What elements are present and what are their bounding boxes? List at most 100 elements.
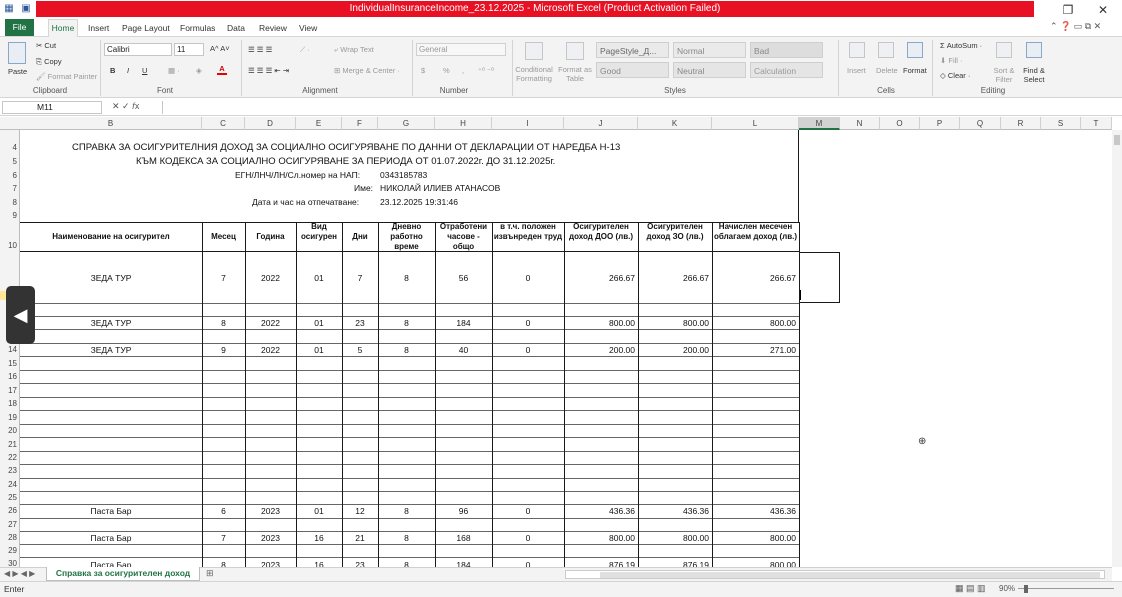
table-cell[interactable]: 16 — [296, 533, 342, 543]
table-cell[interactable]: 7 — [202, 533, 245, 543]
table-cell[interactable]: 9 — [202, 345, 245, 355]
row-header[interactable]: 24 — [0, 480, 20, 489]
tab-home[interactable]: Home — [48, 19, 78, 37]
close-icon[interactable]: ✕ — [1093, 3, 1113, 17]
column-header-t[interactable]: T — [1081, 117, 1112, 130]
paste-button[interactable]: Paste — [8, 67, 27, 76]
table-cell[interactable]: 266.67 — [564, 273, 635, 283]
style-bad[interactable]: Bad — [750, 42, 823, 58]
column-header-q[interactable]: Q — [960, 117, 1001, 130]
style-neutral[interactable]: Neutral — [673, 62, 746, 78]
borders-icon[interactable]: ▦ · — [168, 66, 180, 75]
column-header-b[interactable]: B — [20, 117, 202, 130]
tab-insert[interactable]: Insert — [88, 21, 109, 37]
row-header[interactable]: 21 — [0, 440, 20, 449]
tab-review[interactable]: Review — [259, 21, 287, 37]
table-cell[interactable]: 56 — [435, 273, 492, 283]
find-select-button[interactable]: Find & Select — [1018, 66, 1050, 84]
table-cell[interactable]: 21 — [342, 533, 378, 543]
table-cell[interactable]: 6 — [202, 506, 245, 516]
table-cell[interactable]: 184 — [435, 318, 492, 328]
table-cell[interactable]: 2022 — [245, 318, 296, 328]
style-calculation[interactable]: Calculation — [750, 62, 823, 78]
vertical-scrollbar[interactable] — [1112, 130, 1122, 567]
column-header-o[interactable]: O — [880, 117, 920, 130]
row-header[interactable]: 20 — [0, 426, 20, 435]
conditional-formatting-button[interactable]: Conditional Formatting — [514, 65, 554, 83]
table-cell[interactable]: 2023 — [245, 533, 296, 543]
cancel-enter-icons[interactable]: ✕ ✓ 𝑓x — [112, 101, 139, 112]
table-cell[interactable]: 8 — [378, 345, 435, 355]
format-painter-button[interactable]: 🖌 Format Painter — [36, 72, 97, 81]
table-cell[interactable]: 0 — [492, 533, 564, 543]
tab-page-layout[interactable]: Page Layout — [122, 21, 170, 37]
table-cell[interactable]: 271.00 — [712, 345, 796, 355]
comma-button[interactable]: , — [462, 66, 464, 75]
table-cell[interactable]: 0 — [492, 506, 564, 516]
table-cell[interactable]: 40 — [435, 345, 492, 355]
table-cell[interactable]: 168 — [435, 533, 492, 543]
zoom-slider[interactable] — [1018, 588, 1114, 589]
row-header[interactable]: 23 — [0, 466, 20, 475]
table-cell[interactable]: Паста Бар — [20, 533, 202, 543]
formula-input[interactable] — [162, 101, 1120, 114]
orientation-icon[interactable]: ⟋ · — [300, 45, 310, 55]
column-header-f[interactable]: F — [342, 117, 378, 130]
table-cell[interactable]: 0 — [492, 345, 564, 355]
row-header[interactable]: 19 — [0, 413, 20, 422]
delete-button[interactable]: Delete — [876, 66, 898, 75]
percent-button[interactable]: % — [443, 66, 450, 75]
column-header-l[interactable]: L — [712, 117, 799, 130]
row-header[interactable]: 17 — [0, 386, 20, 395]
insert-button[interactable]: Insert — [847, 66, 866, 75]
table-cell[interactable]: ЗЕДА ТУР — [20, 273, 202, 283]
horizontal-scrollbar[interactable] — [565, 570, 1105, 579]
column-header-r[interactable]: R — [1001, 117, 1041, 130]
tab-formulas[interactable]: Formulas — [180, 21, 215, 37]
wrap-text-button[interactable]: ⤶ Wrap Text — [334, 45, 374, 55]
row-header[interactable]: 25 — [0, 493, 20, 502]
column-header-h[interactable]: H — [435, 117, 492, 130]
table-cell[interactable]: 96 — [435, 506, 492, 516]
row-header[interactable]: 7 — [0, 184, 20, 193]
format-button[interactable]: Format — [903, 66, 927, 75]
row-header[interactable]: 29 — [0, 546, 20, 555]
underline-button[interactable]: U — [142, 66, 147, 75]
column-header-p[interactable]: P — [920, 117, 960, 130]
table-cell[interactable]: 436.36 — [564, 506, 635, 516]
tab-file[interactable]: File — [5, 19, 34, 36]
row-header[interactable]: 27 — [0, 520, 20, 529]
selected-cell[interactable] — [799, 252, 840, 303]
fill-color-icon[interactable]: ◈ — [196, 66, 202, 75]
table-cell[interactable]: 2022 — [245, 345, 296, 355]
row-header[interactable]: 6 — [0, 171, 20, 180]
sort-filter-button[interactable]: Sort & Filter — [990, 66, 1018, 84]
column-header-j[interactable]: J — [564, 117, 638, 130]
table-cell[interactable]: 8 — [378, 318, 435, 328]
table-cell[interactable]: 8 — [378, 506, 435, 516]
table-cell[interactable]: 7 — [342, 273, 378, 283]
column-header-g[interactable]: G — [378, 117, 435, 130]
copy-button[interactable]: ⎘ Copy — [36, 57, 62, 67]
table-cell[interactable]: ЗЕДА ТУР — [20, 345, 202, 355]
grow-font-icon[interactable]: A^ A˅ — [210, 44, 230, 53]
tab-view[interactable]: View — [299, 21, 317, 37]
table-cell[interactable]: 01 — [296, 273, 342, 283]
bold-button[interactable]: B — [110, 66, 115, 75]
table-cell[interactable]: Паста Бар — [20, 506, 202, 516]
back-arrow-icon[interactable]: ◀ — [6, 286, 35, 344]
row-header[interactable]: 15 — [0, 359, 20, 368]
number-format-select[interactable]: General — [416, 43, 506, 56]
column-header-s[interactable]: S — [1041, 117, 1081, 130]
table-cell[interactable]: 800.00 — [712, 533, 796, 543]
column-header-d[interactable]: D — [245, 117, 296, 130]
table-cell[interactable]: 800.00 — [638, 318, 709, 328]
table-cell[interactable]: 266.67 — [712, 273, 796, 283]
table-cell[interactable]: 200.00 — [564, 345, 635, 355]
help-icon[interactable]: ⌃ ❓ ▭ ⧉ ✕ — [1050, 21, 1101, 32]
row-header[interactable]: 18 — [0, 399, 20, 408]
table-cell[interactable]: 12 — [342, 506, 378, 516]
column-header-k[interactable]: K — [638, 117, 712, 130]
decimal-icon[interactable]: ⁺⁰ ⁻⁰ — [478, 66, 494, 75]
table-cell[interactable]: 2022 — [245, 273, 296, 283]
